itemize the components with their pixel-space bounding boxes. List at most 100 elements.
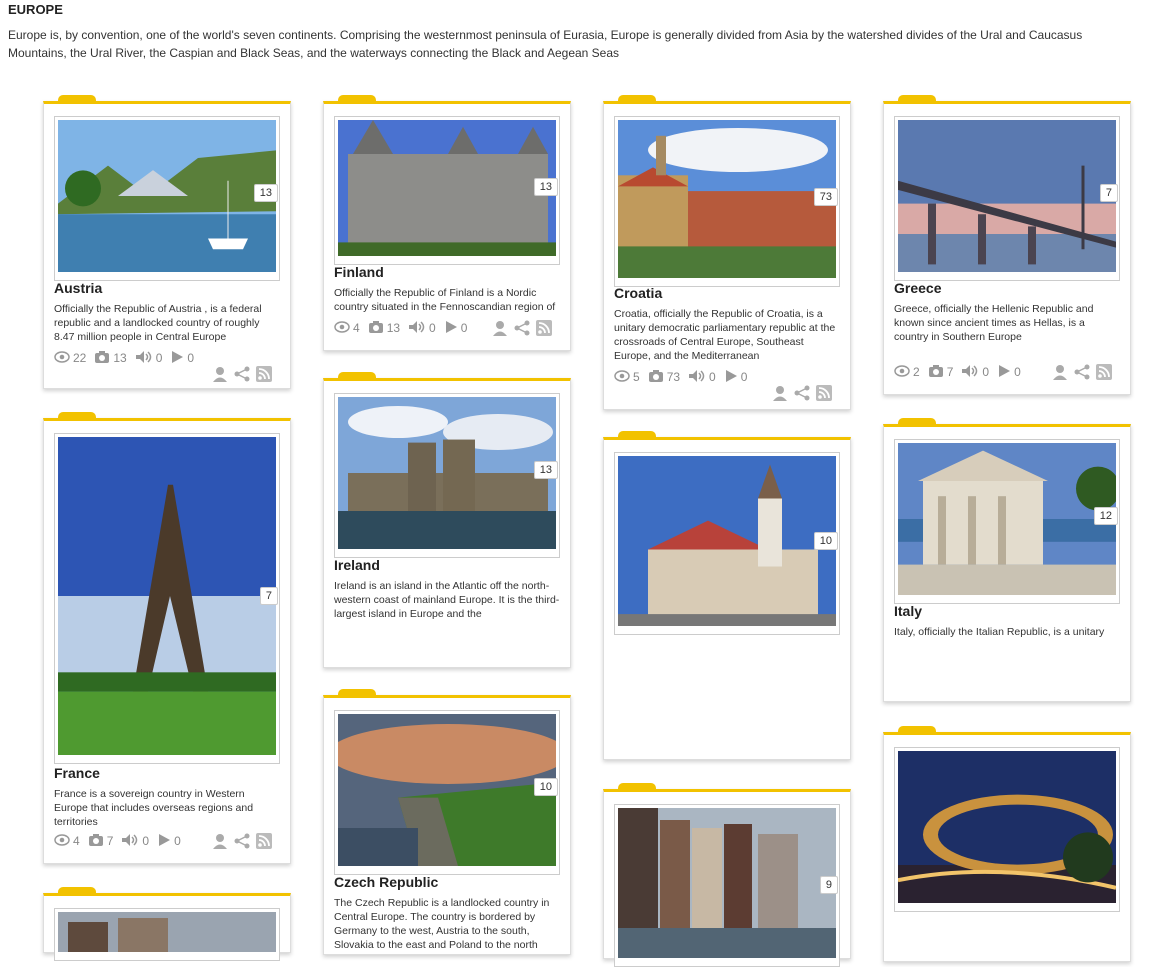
card-tab [898, 95, 936, 102]
card-description: Officially the Republic of Austria , is … [54, 303, 262, 343]
country-card[interactable]: 13 Ireland Ireland is an island in the Atl… [323, 372, 571, 668]
card-actions [772, 385, 832, 406]
card-description: Ireland is an island in the Atlantic off… [334, 580, 560, 620]
share-icon[interactable] [794, 385, 810, 406]
card-title[interactable]: Austria [54, 280, 102, 296]
play-icon [724, 369, 741, 386]
photo-count-badge: 13 [253, 184, 278, 202]
country-card[interactable]: 9 [603, 783, 851, 967]
photo-image[interactable] [897, 751, 1117, 908]
card-tab [58, 412, 96, 419]
card-stats: 2 7 0 0 [894, 364, 1029, 380]
photo-image[interactable] [898, 443, 1120, 600]
card-photo[interactable] [894, 116, 1120, 281]
camera-icon [368, 320, 387, 337]
user-icon[interactable] [212, 833, 228, 854]
card-description: Croatia, officially the Republic of Croa… [614, 308, 836, 362]
user-icon[interactable] [492, 320, 508, 341]
country-card[interactable]: 73 Croatia Croatia, officially the Republi… [603, 95, 851, 410]
card-photo[interactable] [614, 116, 840, 287]
card-title[interactable]: Czech Republic [334, 874, 438, 890]
share-icon[interactable] [234, 833, 250, 854]
country-card[interactable]: 9 [43, 887, 291, 962]
card-photo[interactable] [894, 747, 1120, 912]
country-card[interactable]: 13 Finland Officially the Republic of Finl… [323, 95, 571, 351]
photo-image[interactable] [58, 912, 276, 962]
country-card[interactable]: 10 [603, 431, 851, 760]
card-photo[interactable] [614, 452, 840, 635]
country-card[interactable]: 12 Italy Italy, officially the Italian Rep… [883, 418, 1131, 702]
video-stat: 0 [724, 369, 747, 386]
photo-image[interactable] [618, 456, 836, 631]
country-card[interactable]: 10 Czech Republic The Czech Republic is a … [323, 689, 571, 955]
play-icon [170, 350, 187, 367]
card-photo[interactable] [334, 116, 560, 265]
card-photo[interactable] [894, 439, 1120, 604]
photos-stat: 13 [94, 350, 127, 367]
photo-image[interactable] [58, 437, 276, 760]
audio-stat: 0 [408, 320, 436, 337]
card-description: The Czech Republic is a landlocked count… [334, 897, 550, 951]
country-card[interactable]: 13 Austria Officially the Republic of Aust… [43, 95, 291, 389]
card-tab [898, 726, 936, 733]
photo-image[interactable] [338, 120, 556, 261]
card-title[interactable]: Ireland [334, 557, 380, 573]
card-photo[interactable] [54, 908, 280, 962]
user-icon[interactable] [1052, 364, 1068, 385]
camera-icon [88, 833, 107, 850]
rss-icon[interactable] [1096, 364, 1112, 385]
country-card[interactable]: 7 Greece Greece, officially the Hellenic R… [883, 95, 1131, 395]
country-card[interactable]: 7 France France is a sovereign country in … [43, 412, 291, 864]
country-card[interactable] [883, 726, 1131, 962]
photo-image[interactable] [338, 397, 556, 554]
video-stat: 0 [170, 350, 194, 367]
card-photo[interactable] [54, 433, 280, 764]
eye-icon [614, 369, 633, 385]
rss-icon[interactable] [256, 833, 272, 854]
card-photo[interactable] [328, 710, 568, 875]
card-title[interactable]: Greece [894, 280, 941, 296]
photo-count-badge: 10 [533, 778, 558, 796]
card-title[interactable]: Croatia [614, 285, 662, 301]
rss-icon[interactable] [816, 385, 832, 406]
play-icon [157, 833, 174, 850]
play-icon [444, 320, 461, 337]
photo-image[interactable] [58, 120, 276, 277]
page-header: EUROPE Europe is, by convention, one of … [8, 0, 1143, 62]
card-tab [338, 95, 376, 102]
card-stats: 5 73 0 0 [614, 369, 755, 385]
eye-icon [334, 320, 353, 336]
user-icon[interactable] [772, 385, 788, 406]
photo-image[interactable] [328, 714, 568, 871]
speaker-icon [121, 833, 142, 850]
photos-stat: 73 [648, 369, 680, 386]
intro-text: Europe is, by convention, one of the wor… [8, 28, 1083, 60]
card-photo[interactable] [614, 804, 840, 967]
eye-icon [54, 833, 73, 849]
photos-stat: 7 [928, 364, 953, 381]
card-description: Greece, officially the Hellenic Republic… [894, 303, 1094, 343]
card-title[interactable]: France [54, 765, 100, 781]
photos-stat: 7 [88, 833, 113, 850]
card-actions [212, 833, 272, 854]
views-stat: 22 [54, 350, 86, 366]
card-title[interactable]: Italy [894, 603, 922, 619]
share-icon[interactable] [234, 366, 250, 387]
rss-icon[interactable] [256, 366, 272, 387]
card-stats: 4 7 0 0 [54, 833, 189, 849]
card-photo[interactable] [334, 393, 560, 558]
photo-count-badge: 13 [533, 178, 558, 196]
share-icon[interactable] [1074, 364, 1090, 385]
rss-icon[interactable] [536, 320, 552, 341]
card-title[interactable]: Finland [334, 264, 384, 280]
eye-icon [54, 350, 73, 366]
photo-image[interactable] [898, 120, 1116, 277]
card-actions [212, 366, 272, 387]
card-photo[interactable] [54, 116, 280, 281]
user-icon[interactable] [212, 366, 228, 387]
share-icon[interactable] [514, 320, 530, 341]
video-stat: 0 [157, 833, 181, 850]
photo-count-badge: 7 [259, 587, 278, 605]
photo-count-badge: 13 [533, 461, 558, 479]
photo-image[interactable] [618, 120, 836, 283]
